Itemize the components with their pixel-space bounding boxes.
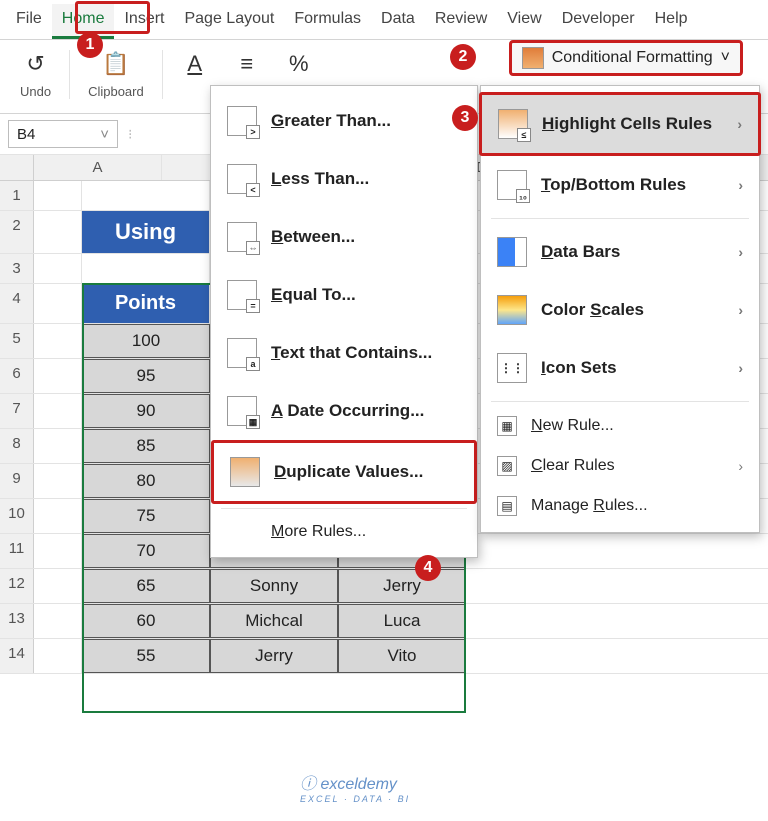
eq-icon: = <box>227 280 257 310</box>
row-5[interactable]: 5 <box>0 324 34 358</box>
row-10[interactable]: 10 <box>0 499 34 533</box>
chevron-right-icon: › <box>738 302 743 318</box>
menu-icon-sets[interactable]: ⋮⋮Icon Sets› <box>481 339 759 397</box>
callout-1: 1 <box>77 32 103 58</box>
row-6[interactable]: 6 <box>0 359 34 393</box>
tab-developer[interactable]: Developer <box>552 4 645 39</box>
font-icon: A <box>181 50 209 78</box>
menu-sep <box>221 508 467 509</box>
chevron-down-icon: ˅ <box>100 126 109 143</box>
row-13[interactable]: 13 <box>0 604 34 638</box>
tab-page-layout[interactable]: Page Layout <box>174 4 284 39</box>
menu-text-contains[interactable]: aText that Contains... <box>211 324 477 382</box>
menu-new-rule[interactable]: ▦New Rule... <box>481 406 759 446</box>
menu-data-bars[interactable]: Data Bars› <box>481 223 759 281</box>
row-3[interactable]: 3 <box>0 254 34 283</box>
row-9[interactable]: 9 <box>0 464 34 498</box>
tab-view[interactable]: View <box>497 4 551 39</box>
row-11[interactable]: 11 <box>0 534 34 568</box>
callout-4: 4 <box>415 555 441 581</box>
databar-icon <box>497 237 527 267</box>
row-12[interactable]: 12 <box>0 569 34 603</box>
row-8[interactable]: 8 <box>0 429 34 463</box>
name-box-value: B4 <box>17 126 35 143</box>
ribbon-sep <box>162 50 163 99</box>
colorscale-icon <box>497 295 527 325</box>
chevron-right-icon: › <box>738 244 743 260</box>
callout-2: 2 <box>450 44 476 70</box>
tab-formulas[interactable]: Formulas <box>284 4 371 39</box>
iconset-icon: ⋮⋮ <box>497 353 527 383</box>
conditional-formatting-button[interactable]: Conditional Formatting ˅ <box>509 40 743 76</box>
row-1[interactable]: 1 <box>0 181 34 210</box>
ribbon-font-group[interactable]: A <box>181 50 209 99</box>
name-box[interactable]: B4 ˅ <box>8 120 118 148</box>
menu-less-than[interactable]: <Less Than... <box>211 150 477 208</box>
chevron-down-icon: ˅ <box>721 49 730 67</box>
title-cell[interactable]: Using <box>82 211 210 253</box>
menu-date-occurring[interactable]: ▦A Date Occurring... <box>211 382 477 440</box>
menu-duplicate-values[interactable]: Duplicate Values... <box>211 440 477 504</box>
ribbon-sep <box>69 50 70 99</box>
row-7[interactable]: 7 <box>0 394 34 428</box>
cell[interactable]: 100 <box>82 324 210 358</box>
clipboard-label: Clipboard <box>88 84 144 99</box>
tab-insert[interactable]: Insert <box>114 4 174 39</box>
cf-icon <box>522 47 544 69</box>
tab-file[interactable]: File <box>6 4 52 39</box>
row-14[interactable]: 14 <box>0 639 34 673</box>
menu-top-bottom-rules[interactable]: ₁₀Top/Bottom Rules› <box>481 156 759 214</box>
menu-equal-to[interactable]: =Equal To... <box>211 266 477 324</box>
newrule-icon: ▦ <box>497 416 517 436</box>
menu-highlight-cells-rules[interactable]: ≤Highlight Cells Rules› <box>479 92 761 156</box>
lt-icon: < <box>227 164 257 194</box>
gt-icon: > <box>227 106 257 136</box>
dup-icon <box>230 457 260 487</box>
highlight-rules-submenu: >Greater Than... <Less Than... ⇔Between.… <box>210 85 478 558</box>
undo-label: Undo <box>20 84 51 99</box>
tab-data[interactable]: Data <box>371 4 425 39</box>
topbot-icon: ₁₀ <box>497 170 527 200</box>
callout-3: 3 <box>452 105 478 131</box>
row-2[interactable]: 2 <box>0 211 34 253</box>
row-4[interactable]: 4 <box>0 284 34 323</box>
undo-icon: ↺ <box>22 50 50 78</box>
align-icon: ≡ <box>233 50 261 78</box>
chevron-right-icon: › <box>737 116 742 132</box>
menu-sep <box>491 218 749 219</box>
menu-tabs: File Home Insert Page Layout Formulas Da… <box>0 0 768 40</box>
chevron-right-icon: › <box>738 360 743 376</box>
menu-color-scales[interactable]: Color Scales› <box>481 281 759 339</box>
header-points[interactable]: Points <box>82 284 210 323</box>
hl-icon: ≤ <box>498 109 528 139</box>
cf-label: Conditional Formatting <box>552 49 713 67</box>
chevron-right-icon: › <box>738 458 743 474</box>
manage-icon: ▤ <box>497 496 517 516</box>
tab-review[interactable]: Review <box>425 4 497 39</box>
menu-clear-rules[interactable]: ▨Clear Rules› <box>481 446 759 486</box>
text-icon: a <box>227 338 257 368</box>
conditional-formatting-menu: ≤Highlight Cells Rules› ₁₀Top/Bottom Rul… <box>480 85 760 533</box>
clear-icon: ▨ <box>497 456 517 476</box>
between-icon: ⇔ <box>227 222 257 252</box>
date-icon: ▦ <box>227 396 257 426</box>
col-a[interactable]: A <box>34 155 162 180</box>
chevron-right-icon: › <box>738 177 743 193</box>
menu-manage-rules[interactable]: ▤Manage Rules... <box>481 486 759 526</box>
clipboard-icon: 📋 <box>102 50 130 78</box>
tab-help[interactable]: Help <box>645 4 698 39</box>
watermark: ⓘ exceldemy EXCEL · DATA · BI <box>300 770 410 804</box>
fx-sep: ⁝ <box>124 126 136 143</box>
menu-between[interactable]: ⇔Between... <box>211 208 477 266</box>
ribbon-undo-group[interactable]: ↺ Undo <box>20 50 51 99</box>
percent-icon: % <box>285 50 313 78</box>
menu-greater-than[interactable]: >Greater Than... <box>211 92 477 150</box>
menu-sep <box>491 401 749 402</box>
ribbon-clipboard-group[interactable]: 📋 Clipboard <box>88 50 144 99</box>
menu-more-rules[interactable]: More Rules... <box>211 513 477 551</box>
